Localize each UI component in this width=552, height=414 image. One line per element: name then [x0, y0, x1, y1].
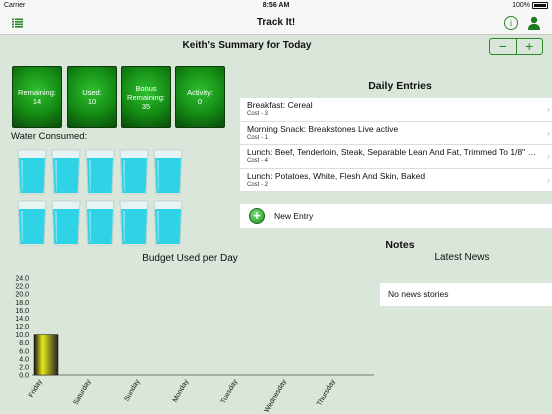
- y-tick-label: 18.0: [15, 300, 29, 307]
- new-entry-label: New Entry: [274, 211, 314, 221]
- y-tick-label: 6.0: [19, 348, 29, 355]
- water-glass-icon[interactable]: [119, 198, 149, 246]
- y-tick-label: 24.0: [15, 276, 29, 283]
- user-icon[interactable]: [527, 16, 541, 30]
- remaining-tile: Remaining: 14: [12, 66, 62, 128]
- water-glass-icon[interactable]: [153, 147, 183, 195]
- x-tick-label: Tuesday: [220, 378, 240, 405]
- water-glass-icon[interactable]: [17, 147, 47, 195]
- x-tick-label: Wednesday: [264, 378, 289, 414]
- news-empty-message: No news stories: [388, 289, 449, 299]
- bonus-remaining-tile: Bonus Remaining: 35: [121, 66, 171, 128]
- water-glass-icon[interactable]: [85, 198, 115, 246]
- y-tick-label: 8.0: [19, 340, 29, 347]
- tile-label: Remaining:: [127, 92, 165, 102]
- x-tick-label: Monday: [172, 378, 191, 403]
- entry-cost: Cost - 4: [247, 158, 269, 164]
- y-tick-label: 16.0: [15, 308, 29, 315]
- news-list: No news stories: [380, 283, 552, 306]
- tile-value: 14: [32, 97, 42, 106]
- water-glass-icon[interactable]: [51, 147, 81, 195]
- tile-label: Activity:: [187, 88, 213, 97]
- tile-value: 10: [87, 97, 97, 106]
- entry-name: Lunch: Beef, Tenderloin, Steak, Separabl…: [247, 147, 537, 157]
- battery-indicator: 100%: [512, 2, 548, 9]
- y-tick-label: 14.0: [15, 316, 29, 323]
- status-bar: Carrier 8:56 AM 100%: [0, 0, 552, 12]
- navigation-bar: Track It! i: [0, 12, 552, 35]
- day-stepper[interactable]: − +: [489, 38, 543, 55]
- clock: 8:56 AM: [262, 2, 290, 9]
- notes-title: Notes: [385, 239, 415, 251]
- add-circle-icon: +: [249, 208, 265, 224]
- battery-percent: 100%: [512, 2, 530, 9]
- entry-name: Breakfast: Cereal: [247, 100, 313, 110]
- latest-news-title: Latest News: [434, 252, 490, 263]
- chevron-right-icon: ›: [547, 104, 550, 114]
- y-tick-label: 12.0: [15, 324, 29, 331]
- x-tick-label: Thursday: [316, 378, 337, 407]
- chevron-right-icon: ›: [547, 151, 550, 161]
- chart-title: Budget Used per Day: [142, 253, 238, 264]
- tile-label: Used:: [82, 88, 102, 97]
- tile-value: 35: [141, 101, 151, 111]
- x-tick-label: Friday: [28, 378, 44, 399]
- y-tick-label: 0.0: [19, 373, 29, 380]
- next-day-button[interactable]: +: [517, 39, 543, 54]
- budget-chart: 0.02.04.06.08.010.012.014.016.018.020.02…: [15, 276, 374, 414]
- entry-cost: Cost - 3: [247, 111, 269, 117]
- water-glass-icon[interactable]: [153, 198, 183, 246]
- x-tick-label: Saturday: [73, 378, 93, 406]
- entry-name: Lunch: Potatoes, White, Flesh And Skin, …: [247, 170, 426, 181]
- y-tick-label: 10.0: [15, 332, 29, 339]
- entry-name: Morning Snack: Breakstones Live active: [247, 123, 399, 134]
- entry-cost: Cost - 2: [247, 181, 269, 188]
- y-tick-label: 2.0: [19, 364, 29, 371]
- tile-label: Remaining:: [18, 88, 56, 97]
- y-tick-label: 4.0: [19, 356, 29, 363]
- water-consumed-label: Water Consumed:: [11, 131, 88, 142]
- new-entry-button[interactable]: + New Entry: [240, 204, 552, 228]
- summary-title: Keith's Summary for Today: [182, 40, 312, 51]
- y-tick-label: 20.0: [15, 292, 29, 299]
- daily-entries-list: Breakfast: Cereal Cost - 3 › Morning Sna…: [240, 98, 552, 192]
- water-glass-icon[interactable]: [51, 198, 81, 246]
- battery-icon: [532, 2, 548, 9]
- x-tick-label: Sunday: [124, 378, 142, 402]
- tile-label: Bonus: [135, 83, 157, 93]
- used-tile: Used: 10: [67, 66, 117, 128]
- y-tick-label: 22.0: [15, 284, 29, 291]
- entry-row[interactable]: Morning Snack: Breakstones Live active C…: [240, 122, 552, 145]
- entry-row[interactable]: Lunch: Beef, Tenderloin, Steak, Separabl…: [240, 145, 552, 169]
- tile-value: 0: [197, 97, 203, 106]
- previous-day-button[interactable]: −: [490, 39, 517, 54]
- entry-cost: Cost - 1: [247, 134, 269, 141]
- chevron-right-icon: ›: [547, 174, 550, 185]
- entry-row[interactable]: Lunch: Potatoes, White, Flesh And Skin, …: [240, 169, 552, 192]
- activity-tile: Activity: 0: [175, 66, 225, 128]
- page-title: Track It!: [256, 17, 296, 28]
- water-glass-icon[interactable]: [17, 198, 47, 246]
- daily-entries-title: Daily Entries: [368, 80, 432, 92]
- water-glass-icon[interactable]: [119, 147, 149, 195]
- chart-bar: [33, 334, 59, 376]
- entry-row[interactable]: Breakfast: Cereal Cost - 3 ›: [240, 98, 552, 122]
- info-icon[interactable]: i: [504, 16, 518, 30]
- chevron-right-icon: ›: [547, 127, 550, 138]
- water-glass-icon[interactable]: [85, 147, 115, 195]
